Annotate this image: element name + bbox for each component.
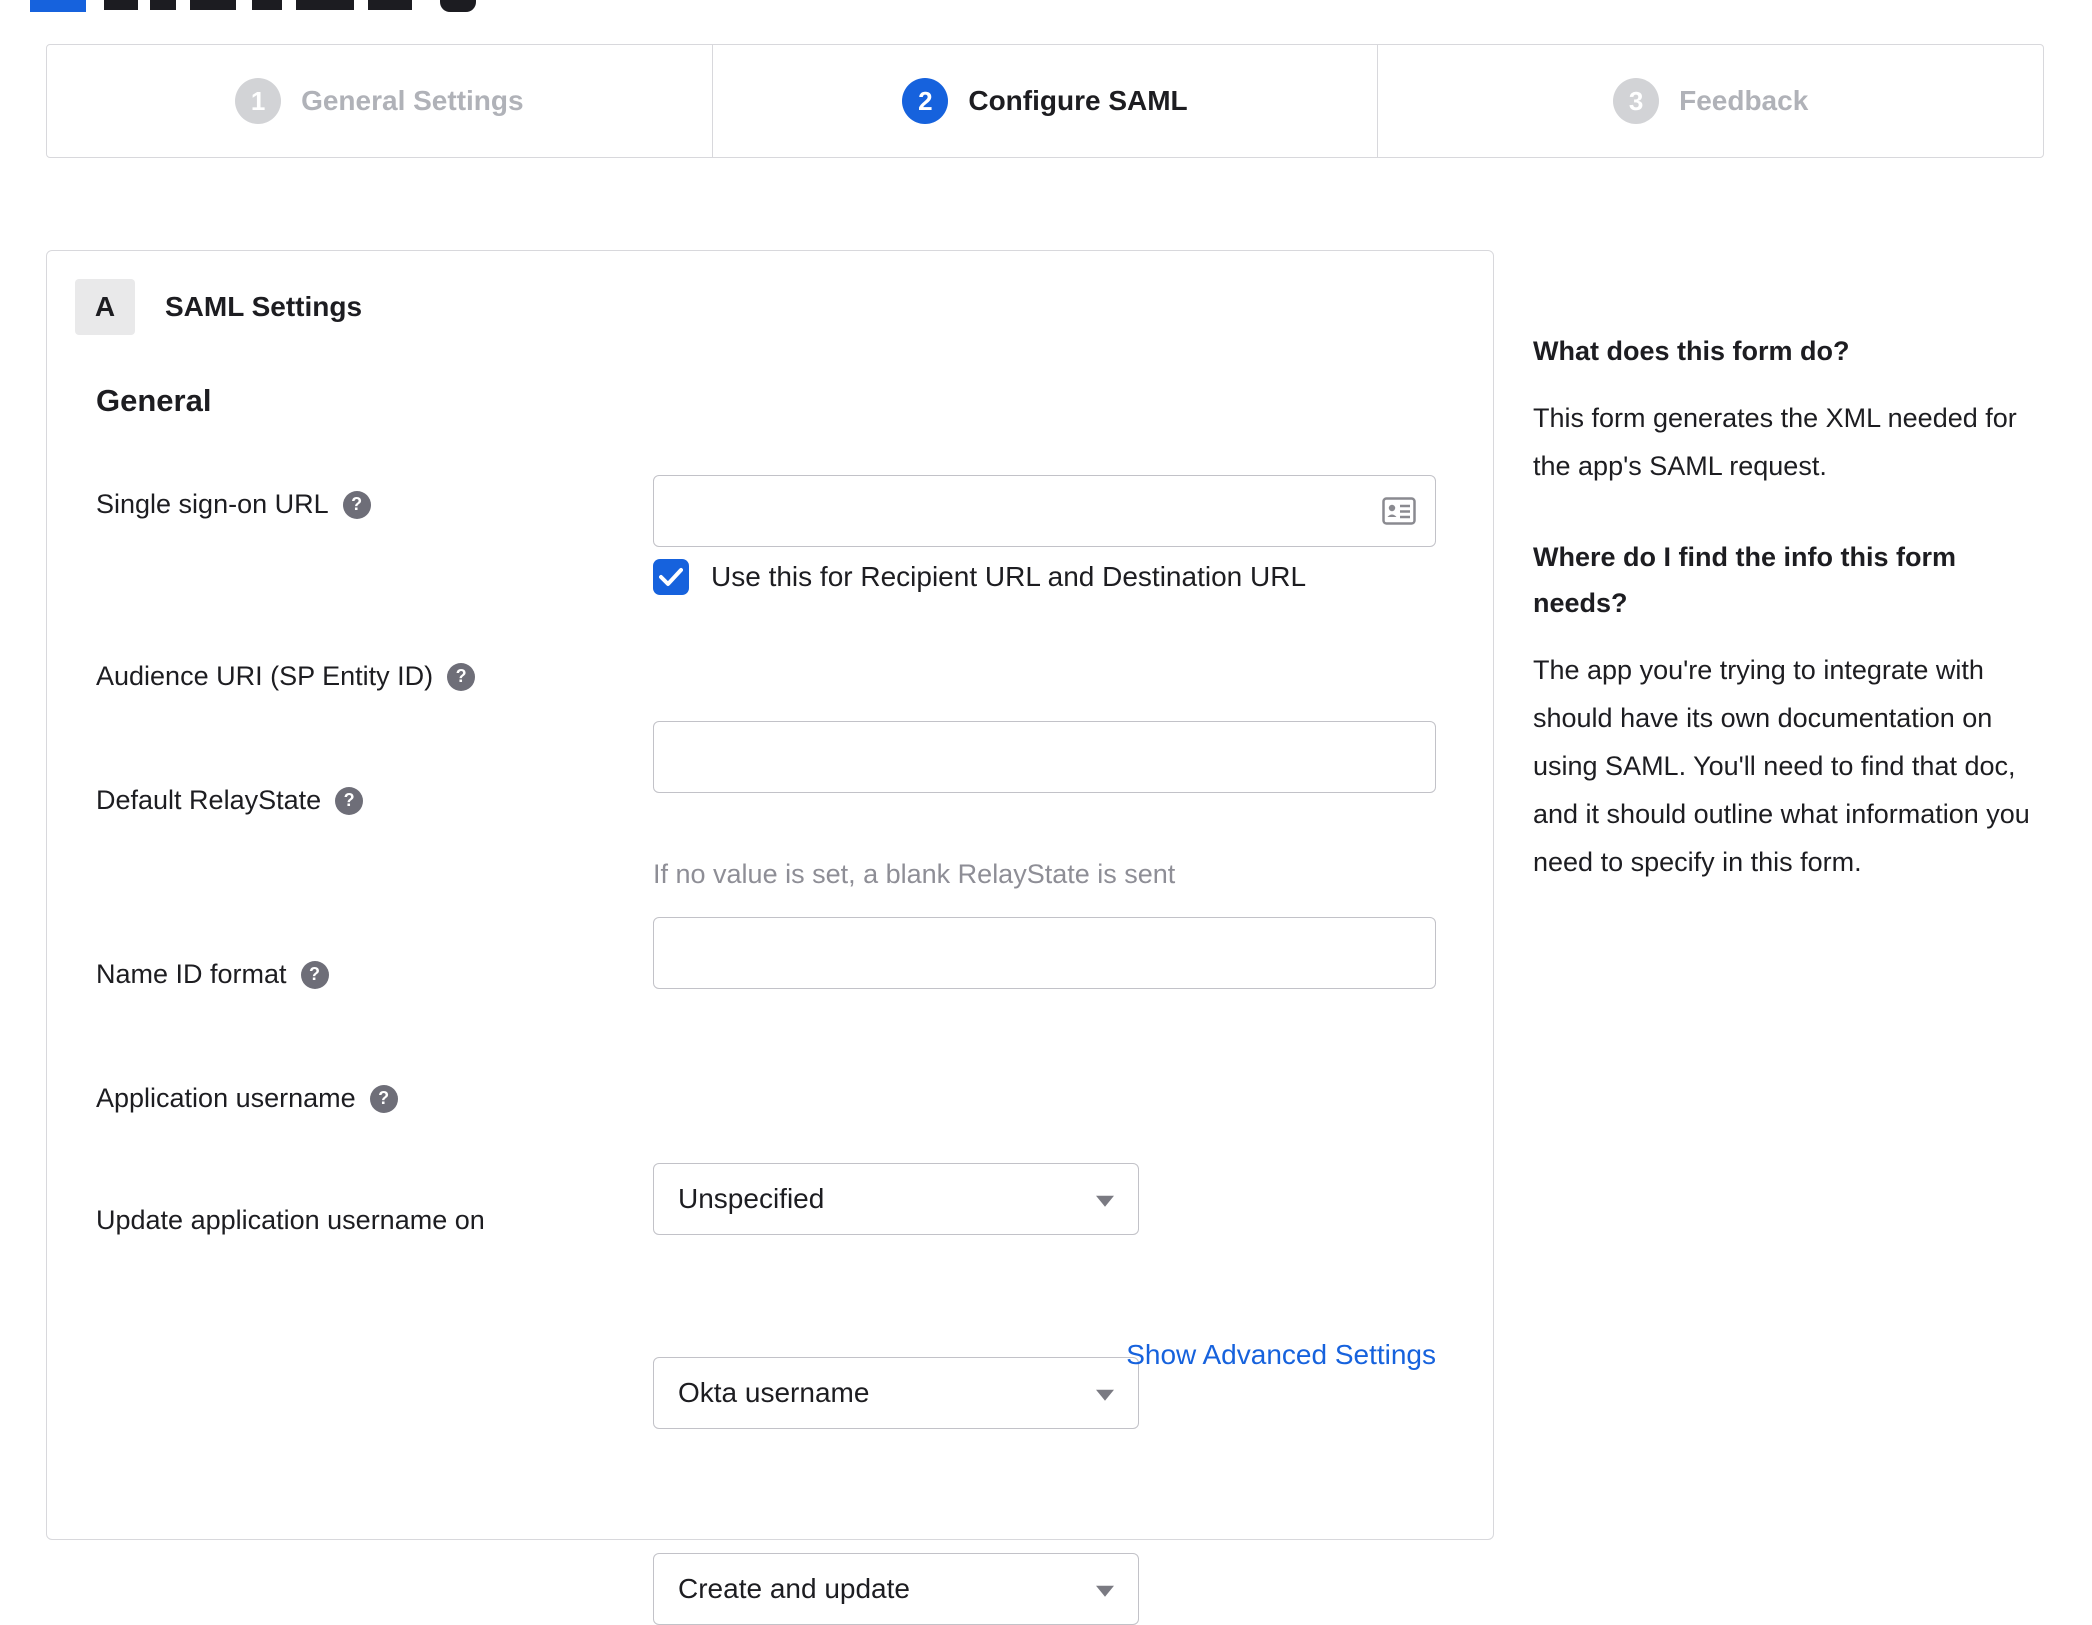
name-id-format-label-row: Name ID format ? <box>96 959 329 990</box>
relaystate-hint: If no value is set, a blank RelayState i… <box>653 859 1176 889</box>
help-icon[interactable]: ? <box>369 1084 398 1113</box>
application-username-select[interactable]: Okta username <box>653 1357 1139 1429</box>
chevron-down-icon <box>1096 1195 1114 1207</box>
contact-card-icon[interactable] <box>1382 497 1416 525</box>
cropped-text-fragment <box>252 0 282 10</box>
help-icon[interactable]: ? <box>342 490 371 519</box>
update-username-select[interactable]: Create and update <box>653 1553 1139 1625</box>
name-id-format-value: Unspecified <box>678 1183 825 1214</box>
relaystate-input-wrap <box>653 917 1436 989</box>
audience-uri-input[interactable] <box>653 721 1436 793</box>
update-username-label: Update application username on <box>96 1205 485 1235</box>
help-question-2: Where do I find the info this form needs… <box>1533 542 1956 618</box>
audience-uri-input-wrap <box>653 721 1436 793</box>
wizard-stepper: 1 General Settings 2 Configure SAML 3 Fe… <box>46 44 2044 158</box>
panel-title: SAML Settings <box>165 291 363 322</box>
sso-url-label: Single sign-on URL <box>96 489 329 519</box>
help-question-1: What does this form do? <box>1533 336 1850 366</box>
step-label: General Settings <box>301 85 524 116</box>
help-icon[interactable]: ? <box>335 786 364 815</box>
step-feedback[interactable]: 3 Feedback <box>1377 45 2043 157</box>
step-number-badge: 1 <box>235 78 282 124</box>
help-answer-2: The app you're trying to integrate with … <box>1533 655 2030 877</box>
application-username-value: Okta username <box>678 1377 870 1408</box>
show-advanced-settings-link[interactable]: Show Advanced Settings <box>1126 1339 1436 1371</box>
cropped-icon-fragment <box>440 0 476 12</box>
application-username-label-row: Application username ? <box>96 1083 398 1114</box>
step-general-settings[interactable]: 1 General Settings <box>47 45 712 157</box>
name-id-format-label: Name ID format <box>96 959 287 989</box>
sso-url-input-wrap <box>653 475 1436 547</box>
step-label: Configure SAML <box>968 85 1188 116</box>
step-configure-saml[interactable]: 2 Configure SAML <box>711 45 1378 157</box>
cropped-logo-fragment <box>30 0 86 12</box>
chevron-down-icon <box>1096 1389 1114 1401</box>
audience-uri-label-row: Audience URI (SP Entity ID) ? <box>96 661 476 692</box>
checkmark-icon <box>659 568 683 586</box>
step-label: Feedback <box>1679 85 1809 116</box>
recipient-url-checkbox-row: Use this for Recipient URL and Destinati… <box>653 559 1306 595</box>
cropped-text-fragment <box>190 0 236 10</box>
relaystate-label-row: Default RelayState ? <box>96 785 364 816</box>
cropped-text-fragment <box>368 0 412 10</box>
chevron-down-icon <box>1096 1585 1114 1597</box>
update-username-label-row: Update application username on <box>96 1205 485 1236</box>
update-username-value: Create and update <box>678 1573 910 1604</box>
step-number-badge: 3 <box>1613 78 1660 124</box>
relaystate-label: Default RelayState <box>96 785 322 815</box>
help-sidebar: What does this form do? This form genera… <box>1533 328 2049 930</box>
recipient-url-checkbox-label[interactable]: Use this for Recipient URL and Destinati… <box>711 561 1306 593</box>
help-answer-1: This form generates the XML needed for t… <box>1533 403 2017 481</box>
step-number-badge: 2 <box>902 78 949 124</box>
cropped-text-fragment <box>150 0 176 10</box>
recipient-url-checkbox[interactable] <box>653 559 689 595</box>
sso-url-label-row: Single sign-on URL ? <box>96 489 371 520</box>
help-icon[interactable]: ? <box>300 960 329 989</box>
cropped-text-fragment <box>296 0 354 10</box>
single-sign-on-url-input[interactable] <box>653 475 1436 547</box>
application-username-label: Application username <box>96 1083 356 1113</box>
cropped-page-title-fragment <box>0 0 520 12</box>
audience-uri-label: Audience URI (SP Entity ID) <box>96 661 434 691</box>
saml-settings-panel: A SAML Settings General Single sign-on U… <box>46 250 1494 1625</box>
cropped-text-fragment <box>104 0 138 10</box>
help-icon[interactable]: ? <box>447 662 476 691</box>
general-section-title: General <box>96 383 212 418</box>
section-a-badge: A <box>75 279 135 335</box>
name-id-format-select[interactable]: Unspecified <box>653 1163 1139 1235</box>
default-relaystate-input[interactable] <box>653 917 1436 989</box>
page: { "colors": { "accent": "#1662dd", "bord… <box>0 0 2092 1625</box>
